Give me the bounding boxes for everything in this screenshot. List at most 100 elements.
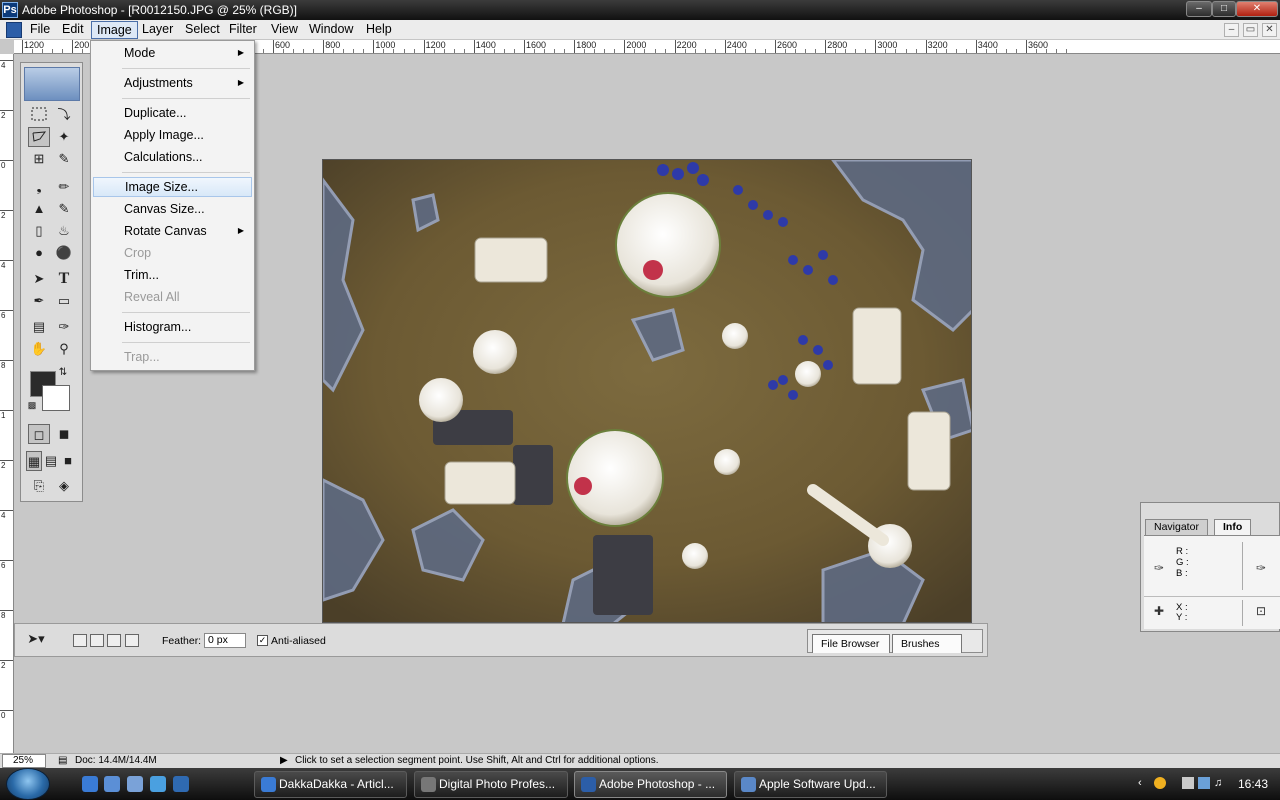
status-arrow-icon[interactable]: ▶ bbox=[280, 755, 288, 767]
vertical-ruler[interactable]: 420246812468202 bbox=[0, 54, 14, 754]
app-quicklaunch-icon[interactable] bbox=[173, 776, 189, 792]
full-screen-mode-icon[interactable]: ■ bbox=[60, 451, 76, 471]
eyedropper-tool-icon[interactable]: ✑ bbox=[53, 317, 75, 337]
info-divider-2 bbox=[1242, 600, 1243, 626]
zoom-level-field[interactable]: 25% bbox=[2, 754, 46, 768]
anti-aliased-checkbox[interactable]: ✓ bbox=[257, 635, 268, 646]
intersect-selection-icon[interactable] bbox=[125, 634, 139, 647]
menu-view[interactable]: View bbox=[266, 21, 303, 39]
rectangle-tool-icon[interactable]: ▭ bbox=[53, 291, 75, 311]
close-button[interactable]: ✕ bbox=[1236, 1, 1278, 17]
menu-select[interactable]: Select bbox=[180, 21, 225, 39]
doc-size[interactable]: Doc: 14.4M/14.4M bbox=[75, 755, 157, 767]
paint-bucket-tool-icon[interactable]: ♨ bbox=[53, 221, 75, 241]
slice-tool-icon[interactable]: ✎ bbox=[53, 149, 75, 169]
start-button[interactable] bbox=[6, 768, 50, 800]
marquee-tool-icon[interactable] bbox=[28, 105, 50, 125]
history-brush-tool-icon[interactable]: ✎ bbox=[53, 199, 75, 219]
maximize-button[interactable]: □ bbox=[1212, 1, 1236, 17]
minimize-button[interactable]: – bbox=[1186, 1, 1212, 17]
menu-separator bbox=[122, 342, 250, 343]
dodge-tool-icon[interactable]: ⚫ bbox=[53, 243, 75, 263]
crop-tool-icon[interactable]: ⊞ bbox=[28, 149, 50, 169]
menu-file[interactable]: File bbox=[25, 21, 55, 39]
menu-edit[interactable]: Edit bbox=[57, 21, 89, 39]
notes-tool-icon[interactable]: ▤ bbox=[28, 317, 50, 337]
standard-screen-mode-icon[interactable]: ▦ bbox=[26, 451, 42, 471]
type-tool-icon[interactable]: T bbox=[53, 269, 75, 289]
menu-filter[interactable]: Filter bbox=[224, 21, 262, 39]
document-canvas[interactable] bbox=[322, 159, 972, 623]
tab-file-browser[interactable]: File Browser bbox=[812, 634, 890, 653]
new-selection-icon[interactable] bbox=[73, 634, 87, 647]
ie-quicklaunch-icon[interactable] bbox=[82, 776, 98, 792]
submenu-arrow-icon: ▶ bbox=[237, 226, 244, 235]
menu-item-image-size[interactable]: Image Size... bbox=[93, 177, 252, 197]
doc-restore-button[interactable]: ▭ bbox=[1243, 23, 1258, 37]
tab-info[interactable]: Info bbox=[1214, 519, 1252, 535]
taskbar-item-dakkadakka[interactable]: DakkaDakka - Articl... bbox=[254, 771, 407, 798]
menu-item-mode[interactable]: Mode ▶ bbox=[93, 43, 252, 63]
hand-tool-icon[interactable]: ✋ bbox=[28, 339, 50, 359]
tray-app-icon[interactable] bbox=[1182, 777, 1194, 789]
taskbar-item-photoshop[interactable]: Adobe Photoshop - ... bbox=[574, 771, 727, 798]
menu-layer[interactable]: Layer bbox=[137, 21, 178, 39]
tray-expand-icon[interactable]: ‹ bbox=[1138, 777, 1150, 789]
add-to-selection-icon[interactable] bbox=[90, 634, 104, 647]
full-screen-menu-mode-icon[interactable]: ▤ bbox=[43, 451, 59, 471]
default-colors-icon[interactable]: ▩ bbox=[26, 399, 38, 411]
ruler-minor-tick bbox=[1046, 49, 1048, 53]
ruler-tick-label: 4 bbox=[0, 260, 13, 270]
menu-item-duplicate[interactable]: Duplicate... bbox=[93, 103, 252, 123]
tab-navigator[interactable]: Navigator bbox=[1145, 519, 1208, 535]
zoom-tool-icon[interactable]: ⚲ bbox=[53, 339, 75, 359]
menu-help[interactable]: Help bbox=[361, 21, 397, 39]
quick-mask-mode-icon[interactable]: ◼ bbox=[53, 424, 75, 444]
brush-tool-icon[interactable]: ✏ bbox=[53, 177, 75, 197]
menu-image[interactable]: Image bbox=[91, 21, 138, 39]
show-desktop-icon[interactable] bbox=[104, 776, 120, 792]
volume-icon[interactable]: ♫ bbox=[1214, 777, 1226, 789]
document-icon[interactable] bbox=[6, 22, 22, 38]
jump-to-imageready-icon[interactable]: ⎘ bbox=[28, 476, 50, 496]
menu-item-histogram[interactable]: Histogram... bbox=[93, 317, 252, 337]
magic-wand-tool-icon[interactable]: ✦ bbox=[53, 127, 75, 147]
imageready-icon[interactable]: ◈ bbox=[53, 476, 75, 496]
tool-preset-picker-icon[interactable]: ➤▾ bbox=[21, 629, 51, 651]
background-color-swatch[interactable] bbox=[42, 385, 70, 411]
menu-item-calculations[interactable]: Calculations... bbox=[93, 147, 252, 167]
swap-colors-icon[interactable]: ⇅ bbox=[57, 367, 69, 379]
menu-item-rotate-canvas[interactable]: Rotate Canvas ▶ bbox=[93, 221, 252, 241]
photoshop-logo[interactable] bbox=[24, 67, 80, 101]
standard-mode-icon[interactable]: ◻ bbox=[28, 424, 50, 444]
submenu-arrow-icon: ▶ bbox=[237, 48, 244, 57]
eraser-tool-icon[interactable]: ▯ bbox=[28, 221, 50, 241]
polygonal-lasso-tool-icon[interactable] bbox=[28, 127, 50, 147]
taskbar-item-apple-update[interactable]: Apple Software Upd... bbox=[734, 771, 887, 798]
search-icon[interactable] bbox=[150, 776, 166, 792]
ruler-minor-tick bbox=[594, 49, 596, 53]
clone-stamp-tool-icon[interactable]: ▲ bbox=[28, 199, 50, 219]
blur-tool-icon[interactable]: ● bbox=[28, 243, 50, 263]
move-tool-icon[interactable]: ⤵ bbox=[53, 105, 75, 125]
menu-item-trap: Trap... bbox=[124, 350, 160, 364]
doc-minimize-button[interactable]: – bbox=[1224, 23, 1239, 37]
doc-close-button[interactable]: ✕ bbox=[1262, 23, 1277, 37]
menu-item-canvas-size[interactable]: Canvas Size... bbox=[93, 199, 252, 219]
taskbar-item-digital-photo[interactable]: Digital Photo Profes... bbox=[414, 771, 568, 798]
feather-input[interactable]: 0 px bbox=[204, 633, 246, 648]
menu-item-apply-image[interactable]: Apply Image... bbox=[93, 125, 252, 145]
ruler-minor-tick bbox=[935, 49, 937, 53]
tab-brushes[interactable]: Brushes bbox=[892, 634, 962, 653]
healing-brush-tool-icon[interactable]: ❟ bbox=[28, 177, 50, 197]
menu-item-trim[interactable]: Trim... bbox=[93, 265, 252, 285]
network-icon[interactable] bbox=[1198, 777, 1210, 789]
switch-windows-icon[interactable] bbox=[127, 776, 143, 792]
pen-tool-icon[interactable]: ✒ bbox=[28, 291, 50, 311]
clock[interactable]: 16:43 bbox=[1238, 777, 1268, 791]
security-icon[interactable] bbox=[1154, 777, 1166, 789]
path-selection-tool-icon[interactable]: ➤ bbox=[28, 269, 50, 289]
menu-window[interactable]: Window bbox=[304, 21, 358, 39]
menu-item-adjustments[interactable]: Adjustments ▶ bbox=[93, 73, 252, 93]
subtract-from-selection-icon[interactable] bbox=[107, 634, 121, 647]
